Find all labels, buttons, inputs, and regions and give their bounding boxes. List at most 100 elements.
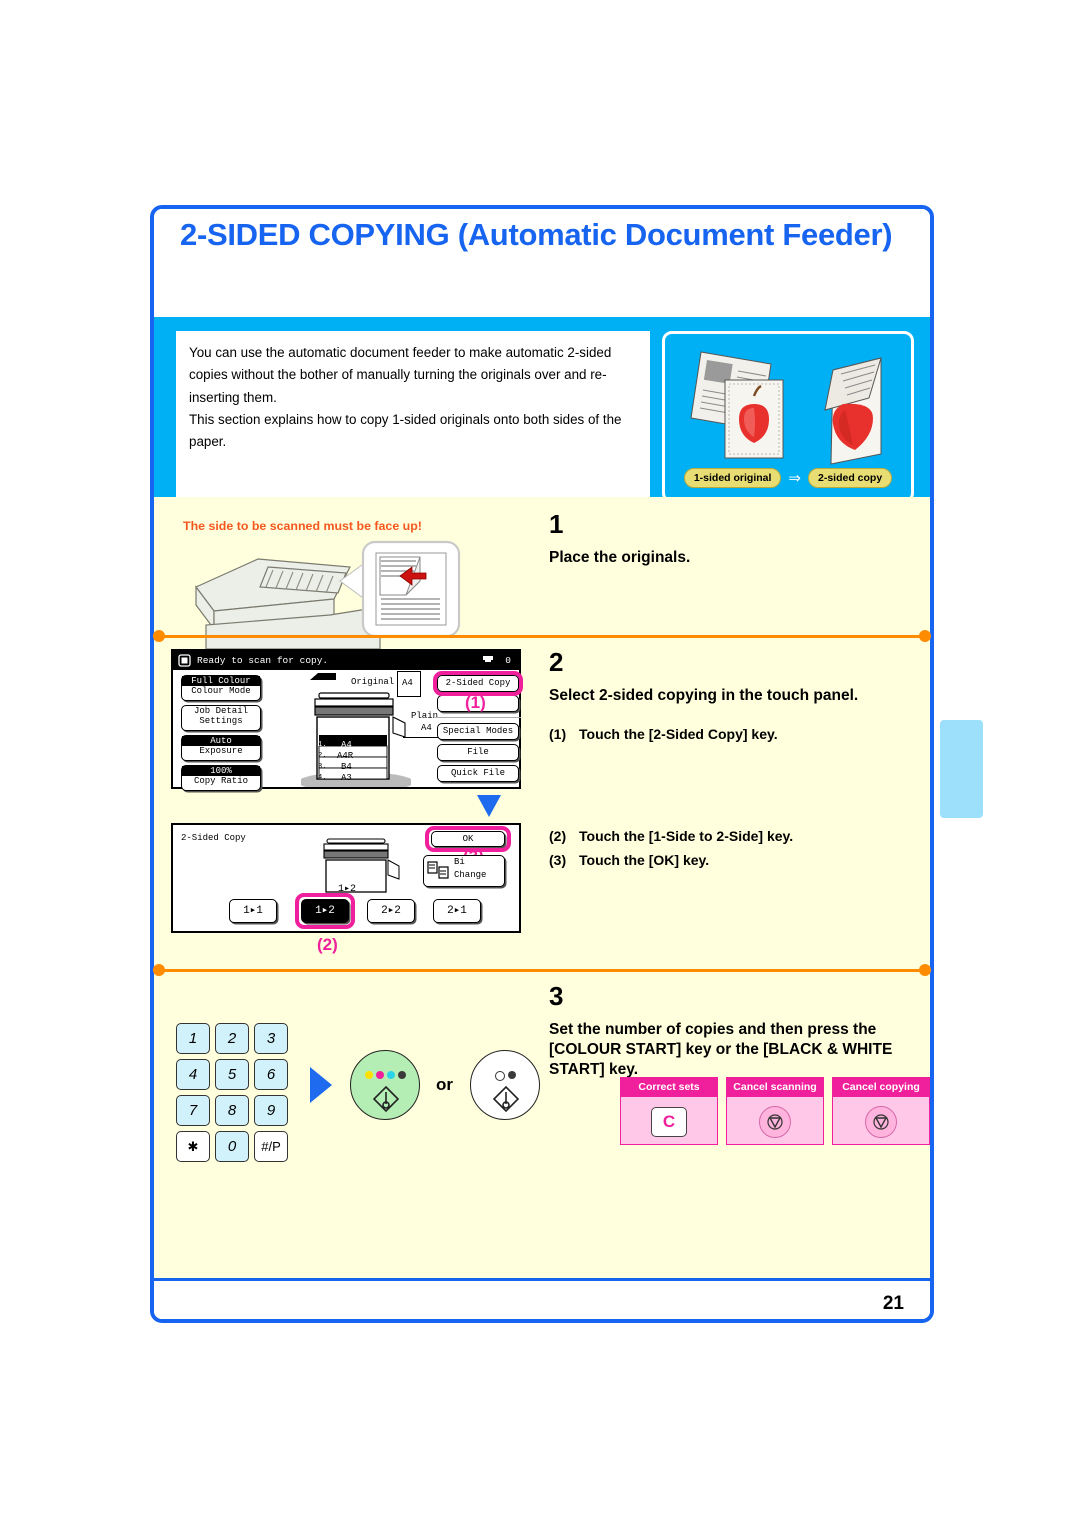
mode-icon xyxy=(178,654,191,667)
key-exposure[interactable]: Auto Exposure xyxy=(181,735,261,761)
mode-key-1-to-2[interactable]: 1▸2 xyxy=(301,899,349,923)
tray-3-size: B4 xyxy=(341,762,352,772)
paper-size: A4 xyxy=(421,723,432,733)
original-label: Original xyxy=(351,677,395,687)
callout-2: (2) xyxy=(317,935,338,954)
mode-key-2-to-1[interactable]: 2▸1 xyxy=(433,899,481,923)
key-colour-mode[interactable]: Full Colour Colour Mode xyxy=(181,675,261,701)
mode-key-2-to-2-label: 2▸2 xyxy=(381,905,401,917)
keypad-key-1[interactable]: 1 xyxy=(176,1023,210,1054)
keypad-key-2[interactable]: 2 xyxy=(215,1023,249,1054)
key-ok[interactable]: OK xyxy=(431,831,505,847)
keypad-key-8[interactable]: 8 xyxy=(215,1095,249,1126)
tray-2-size: A4R xyxy=(337,751,354,761)
mode-key-1-to-1-label: 1▸1 xyxy=(243,905,263,917)
tray-1-size: A4 xyxy=(341,740,352,750)
touch-panel-screen-2[interactable]: 2-Sided Copy OK (3) 1▸2 Bi Change xyxy=(171,823,521,933)
step-separator-1 xyxy=(153,630,931,642)
key-divider xyxy=(435,717,521,718)
card-cancel-copying-header: Cancel copying xyxy=(833,1078,929,1097)
key-exposure-label: Exposure xyxy=(199,746,243,756)
step-2-number: 2 xyxy=(549,647,564,677)
bw-start-dots xyxy=(471,1071,539,1081)
counter-value: 0 xyxy=(505,655,511,666)
key-special-modes-label: Special Modes xyxy=(442,726,514,736)
keypad-key-asterisk[interactable]: ✱ xyxy=(176,1131,210,1162)
key-binding-line1: Bi xyxy=(454,857,465,867)
colour-start-dots xyxy=(351,1071,419,1079)
keypad-key-5[interactable]: 5 xyxy=(215,1059,249,1090)
key-quick-file-label: Quick File xyxy=(450,768,505,778)
paper-type: Plain xyxy=(411,711,439,721)
keypad-key-9[interactable]: 9 xyxy=(254,1095,288,1126)
step-1-heading: Place the originals. xyxy=(549,549,691,566)
mode-key-1-to-2-label: 1▸2 xyxy=(315,905,335,917)
key-copy-ratio-value: 100% xyxy=(182,766,260,776)
step-2-substep-3: (3) Touch the [OK] key. xyxy=(549,851,889,869)
substep-3-text: Touch the [OK] key. xyxy=(579,852,710,868)
key-file[interactable]: File xyxy=(437,744,519,761)
stop-icon[interactable] xyxy=(865,1105,897,1138)
card-cancel-scanning[interactable]: Cancel scanning xyxy=(726,1077,824,1145)
card-correct-sets[interactable]: Correct sets C xyxy=(620,1077,718,1145)
key-special-modes[interactable]: Special Modes xyxy=(437,723,519,740)
side-tab-marker xyxy=(940,720,983,818)
bw-start-button[interactable] xyxy=(470,1050,540,1120)
step-3-number: 3 xyxy=(549,981,564,1011)
status-text: Ready to scan for copy. xyxy=(197,655,329,666)
substep-1-number: (1) xyxy=(549,726,567,742)
substep-2-text: Touch the [1-Side to 2-Side] key. xyxy=(579,828,794,844)
badge-2-sided-copy: 2-sided copy xyxy=(808,468,893,488)
clear-c-icon[interactable]: C xyxy=(651,1106,687,1137)
arrow-icon: ⇒ xyxy=(788,469,801,487)
keypad-key-hash-p[interactable]: #/P xyxy=(254,1131,288,1162)
key-job-detail-line1: Job Detail xyxy=(193,706,248,716)
key-file-label: File xyxy=(467,747,489,757)
keypad-key-3[interactable]: 3 xyxy=(254,1023,288,1054)
touch-panel-screen-1[interactable]: Ready to scan for copy. 0 Full Colour Co… xyxy=(171,649,523,791)
key-job-detail-settings[interactable]: Job Detail Settings xyxy=(181,705,261,731)
numeric-keypad[interactable]: 1 2 3 4 5 6 7 8 9 ✱ 0 #/P xyxy=(176,1023,288,1162)
step-2-substep-2: (2) Touch the [1-Side to 2-Side] key. xyxy=(549,827,889,845)
step-1-number: 1 xyxy=(549,509,564,539)
keypad-key-4[interactable]: 4 xyxy=(176,1059,210,1090)
machine-diagram-2 xyxy=(323,838,400,893)
key-2-sided-copy[interactable]: 2-Sided Copy xyxy=(437,675,519,692)
callout-1: (1) xyxy=(465,693,486,712)
title-box: 2-SIDED COPYING (Automatic Document Feed… xyxy=(154,209,930,317)
stop-icon[interactable] xyxy=(759,1105,791,1138)
key-quick-file[interactable]: Quick File xyxy=(437,765,519,782)
tray-4-size: A3 xyxy=(341,773,352,783)
keypad-key-6[interactable]: 6 xyxy=(254,1059,288,1090)
concept-illustration: 1-sided original ⇒ 2-sided copy xyxy=(662,331,914,503)
copy-counter: 0 xyxy=(482,651,511,670)
key-colour-mode-label: Colour Mode xyxy=(191,686,251,696)
printer-icon xyxy=(482,656,493,662)
key-copy-ratio-label: Copy Ratio xyxy=(193,776,248,786)
manual-page: 2-SIDED COPYING (Automatic Document Feed… xyxy=(150,205,934,1323)
mode-key-1-to-1[interactable]: 1▸1 xyxy=(229,899,277,923)
intro-text-box: You can use the automatic document feede… xyxy=(176,331,650,503)
intro-paragraph-2: This section explains how to copy 1-side… xyxy=(189,411,622,449)
status-bar: Ready to scan for copy. 0 xyxy=(173,651,519,670)
colour-start-button[interactable] xyxy=(350,1050,420,1120)
card-cancel-copying[interactable]: Cancel copying xyxy=(832,1077,930,1145)
badge-row: 1-sided original ⇒ 2-sided copy xyxy=(665,468,911,488)
key-copy-ratio[interactable]: 100% Copy Ratio xyxy=(181,765,261,791)
keypad-key-7[interactable]: 7 xyxy=(176,1095,210,1126)
tray-1-num: 1. xyxy=(318,741,327,749)
screen-2-title: 2-Sided Copy xyxy=(181,833,246,843)
keypad-key-0[interactable]: 0 xyxy=(215,1131,249,1162)
tray-3-num: 3. xyxy=(318,763,327,771)
mode-key-2-to-2[interactable]: 2▸2 xyxy=(367,899,415,923)
step-1-caption: The side to be scanned must be face up! xyxy=(183,519,422,533)
mode-key-2-to-1-label: 2▸1 xyxy=(447,905,467,917)
key-binding-line2: Change xyxy=(454,870,487,880)
steps-area: 1 Place the originals. The side to be sc… xyxy=(153,497,931,1319)
start-diamond-icon xyxy=(492,1085,520,1113)
or-label: or xyxy=(436,1075,453,1094)
flow-arrow-down-icon xyxy=(477,795,501,817)
substep-3-number: (3) xyxy=(549,852,567,868)
start-diamond-icon xyxy=(372,1085,400,1113)
step-2-substep-1: (1) Touch the [2-Sided Copy] key. xyxy=(549,725,889,743)
